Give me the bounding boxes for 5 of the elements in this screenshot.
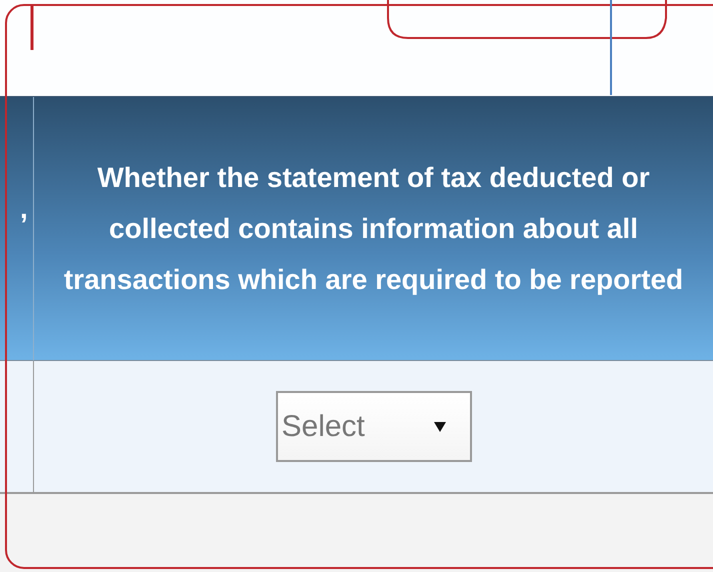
caret-icon — [434, 420, 446, 432]
column-header: Whether the statement of tax deducted or collected contains information about all transactions which are required to be reported — [33, 97, 713, 361]
annotation-mark — [30, 6, 34, 50]
column-header: , — [0, 97, 33, 361]
select-dropdown[interactable]: Select — [276, 391, 472, 462]
